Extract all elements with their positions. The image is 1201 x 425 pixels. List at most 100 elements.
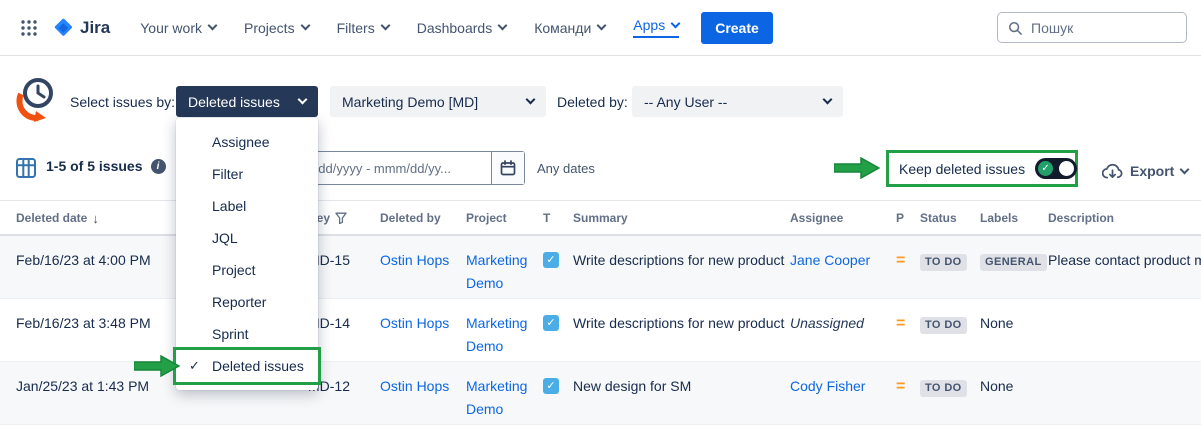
issue-count-group: 1-5 of 5 issues i: [46, 158, 166, 174]
cloud-download-icon: [1102, 163, 1123, 180]
restore-deleted-issues-app-icon: [12, 74, 60, 125]
task-type-icon: ✓: [543, 249, 567, 268]
search-icon: [1008, 21, 1022, 35]
cell-project-link[interactable]: Marketing Demo: [466, 375, 540, 421]
header-assignee: Assignee: [790, 201, 892, 235]
export-button[interactable]: Export: [1096, 155, 1194, 187]
nav-filters[interactable]: Filters: [325, 12, 401, 44]
select-by-dropdown[interactable]: Deleted issues: [176, 86, 318, 117]
check-icon: ✓: [546, 375, 555, 398]
cell-summary: New design for SM: [573, 375, 785, 398]
cell-assignee-unassigned: Unassigned: [790, 312, 892, 335]
keep-deleted-label: Keep deleted issues: [899, 161, 1025, 177]
cell-labels: GENERAL: [980, 249, 1044, 272]
nav-apps[interactable]: Apps: [621, 9, 691, 46]
cell-description: Please contact product m: [1048, 249, 1201, 272]
create-button[interactable]: Create: [701, 12, 773, 44]
app-switcher-icon[interactable]: [14, 13, 44, 43]
cell-status: TO DO: [920, 375, 976, 398]
cell-labels: None: [980, 312, 1044, 335]
check-icon: ✓: [546, 312, 555, 335]
chevron-down-icon: [671, 18, 681, 28]
menu-item-assignee[interactable]: Assignee: [176, 126, 318, 158]
header-description: Description: [1048, 201, 1201, 235]
chevron-down-icon: [597, 21, 607, 31]
deleted-by-dropdown[interactable]: -- Any User --: [632, 86, 843, 117]
header-deleted-date[interactable]: Deleted date ↓: [16, 201, 186, 235]
cell-deleted-date: Jan/25/23 at 1:43 PM: [16, 375, 186, 398]
chevron-down-icon: [498, 21, 508, 31]
cell-summary: Write descriptions for new product: [573, 249, 785, 272]
header-labels: Labels: [980, 201, 1044, 235]
calendar-icon[interactable]: [491, 152, 524, 184]
status-badge: TO DO: [920, 317, 967, 334]
issue-count: 1-5 of 5 issues: [46, 158, 143, 174]
keep-deleted-toggle[interactable]: ✓: [1035, 158, 1077, 179]
nav-label: Apps: [633, 17, 679, 38]
menu-item-filter[interactable]: Filter: [176, 158, 318, 190]
select-by-dropdown-menu: Assignee Filter Label JQL Project Report…: [176, 118, 318, 390]
nav-label: Filters: [337, 20, 375, 36]
search-box[interactable]: [997, 12, 1187, 43]
status-badge: TO DO: [920, 380, 967, 397]
deleted-by-label: Deleted by:: [557, 94, 628, 110]
chevron-down-icon: [208, 21, 218, 31]
header-type: T: [543, 201, 567, 235]
date-range-field[interactable]: [284, 151, 525, 185]
nav-your-work[interactable]: Your work: [128, 12, 228, 44]
task-type-icon: ✓: [543, 375, 567, 394]
cell-project-link[interactable]: Marketing Demo: [466, 249, 540, 295]
label-badge: GENERAL: [980, 254, 1047, 271]
nav-label: Your work: [140, 20, 202, 36]
deleted-by-value: -- Any User --: [644, 94, 727, 110]
cell-summary: Write descriptions for new product: [573, 312, 785, 335]
select-by-value: Deleted issues: [188, 94, 280, 110]
header-priority: P: [896, 201, 916, 235]
nav-teams[interactable]: Команди: [522, 12, 617, 44]
filter-funnel-icon[interactable]: [335, 212, 347, 224]
jira-logo[interactable]: Jira: [52, 17, 110, 39]
cell-deleted-by-link[interactable]: Ostin Hops: [380, 249, 462, 272]
project-dropdown[interactable]: Marketing Demo [MD]: [330, 86, 546, 117]
cell-status: TO DO: [920, 312, 976, 335]
cell-assignee-link[interactable]: Cody Fisher: [790, 375, 892, 398]
nav-label: Команди: [534, 20, 591, 36]
menu-item-jql[interactable]: JQL: [176, 222, 318, 254]
chevron-down-icon: [526, 95, 536, 105]
primary-nav: Your work Projects Filters Dashboards Ко…: [128, 9, 691, 46]
cell-project-link[interactable]: Marketing Demo: [466, 312, 540, 358]
nav-projects[interactable]: Projects: [232, 12, 321, 44]
chevron-down-icon: [380, 21, 390, 31]
jira-logo-text: Jira: [80, 18, 110, 38]
priority-medium-icon: =: [896, 375, 916, 398]
header-project: Project: [466, 201, 540, 235]
annotation-arrow-deleted-issues: [134, 355, 180, 377]
top-navbar: Jira Your work Projects Filters Dashboar…: [0, 0, 1201, 56]
menu-item-reporter[interactable]: Reporter: [176, 286, 318, 318]
cell-deleted-date: Feb/16/23 at 4:00 PM: [16, 249, 186, 272]
select-issues-by-label: Select issues by:: [70, 94, 175, 110]
project-value: Marketing Demo [MD]: [342, 94, 478, 110]
check-icon: ✓: [546, 249, 555, 272]
nav-dashboards[interactable]: Dashboards: [405, 12, 519, 44]
info-icon[interactable]: i: [151, 159, 166, 174]
cell-assignee-link[interactable]: Jane Cooper: [790, 249, 892, 272]
search-input[interactable]: [1029, 19, 1176, 37]
any-dates-hint: Any dates: [537, 161, 595, 176]
cell-status: TO DO: [920, 249, 976, 272]
menu-item-deleted-issues[interactable]: ✓ Deleted issues: [176, 350, 318, 382]
check-icon: ✓: [189, 350, 200, 382]
cell-deleted-by-link[interactable]: Ostin Hops: [380, 375, 462, 398]
sort-desc-icon: ↓: [92, 211, 99, 226]
chevron-down-icon: [298, 95, 308, 105]
annotation-arrow-keep-toggle: [834, 157, 880, 179]
menu-item-label[interactable]: Label: [176, 190, 318, 222]
cell-deleted-by-link[interactable]: Ostin Hops: [380, 312, 462, 335]
menu-item-sprint[interactable]: Sprint: [176, 318, 318, 350]
status-badge: TO DO: [920, 254, 967, 271]
header-summary: Summary: [573, 201, 785, 235]
chevron-down-icon: [1180, 164, 1190, 174]
menu-item-project[interactable]: Project: [176, 254, 318, 286]
header-deleted-by: Deleted by: [380, 201, 462, 235]
nav-label: Dashboards: [417, 20, 493, 36]
